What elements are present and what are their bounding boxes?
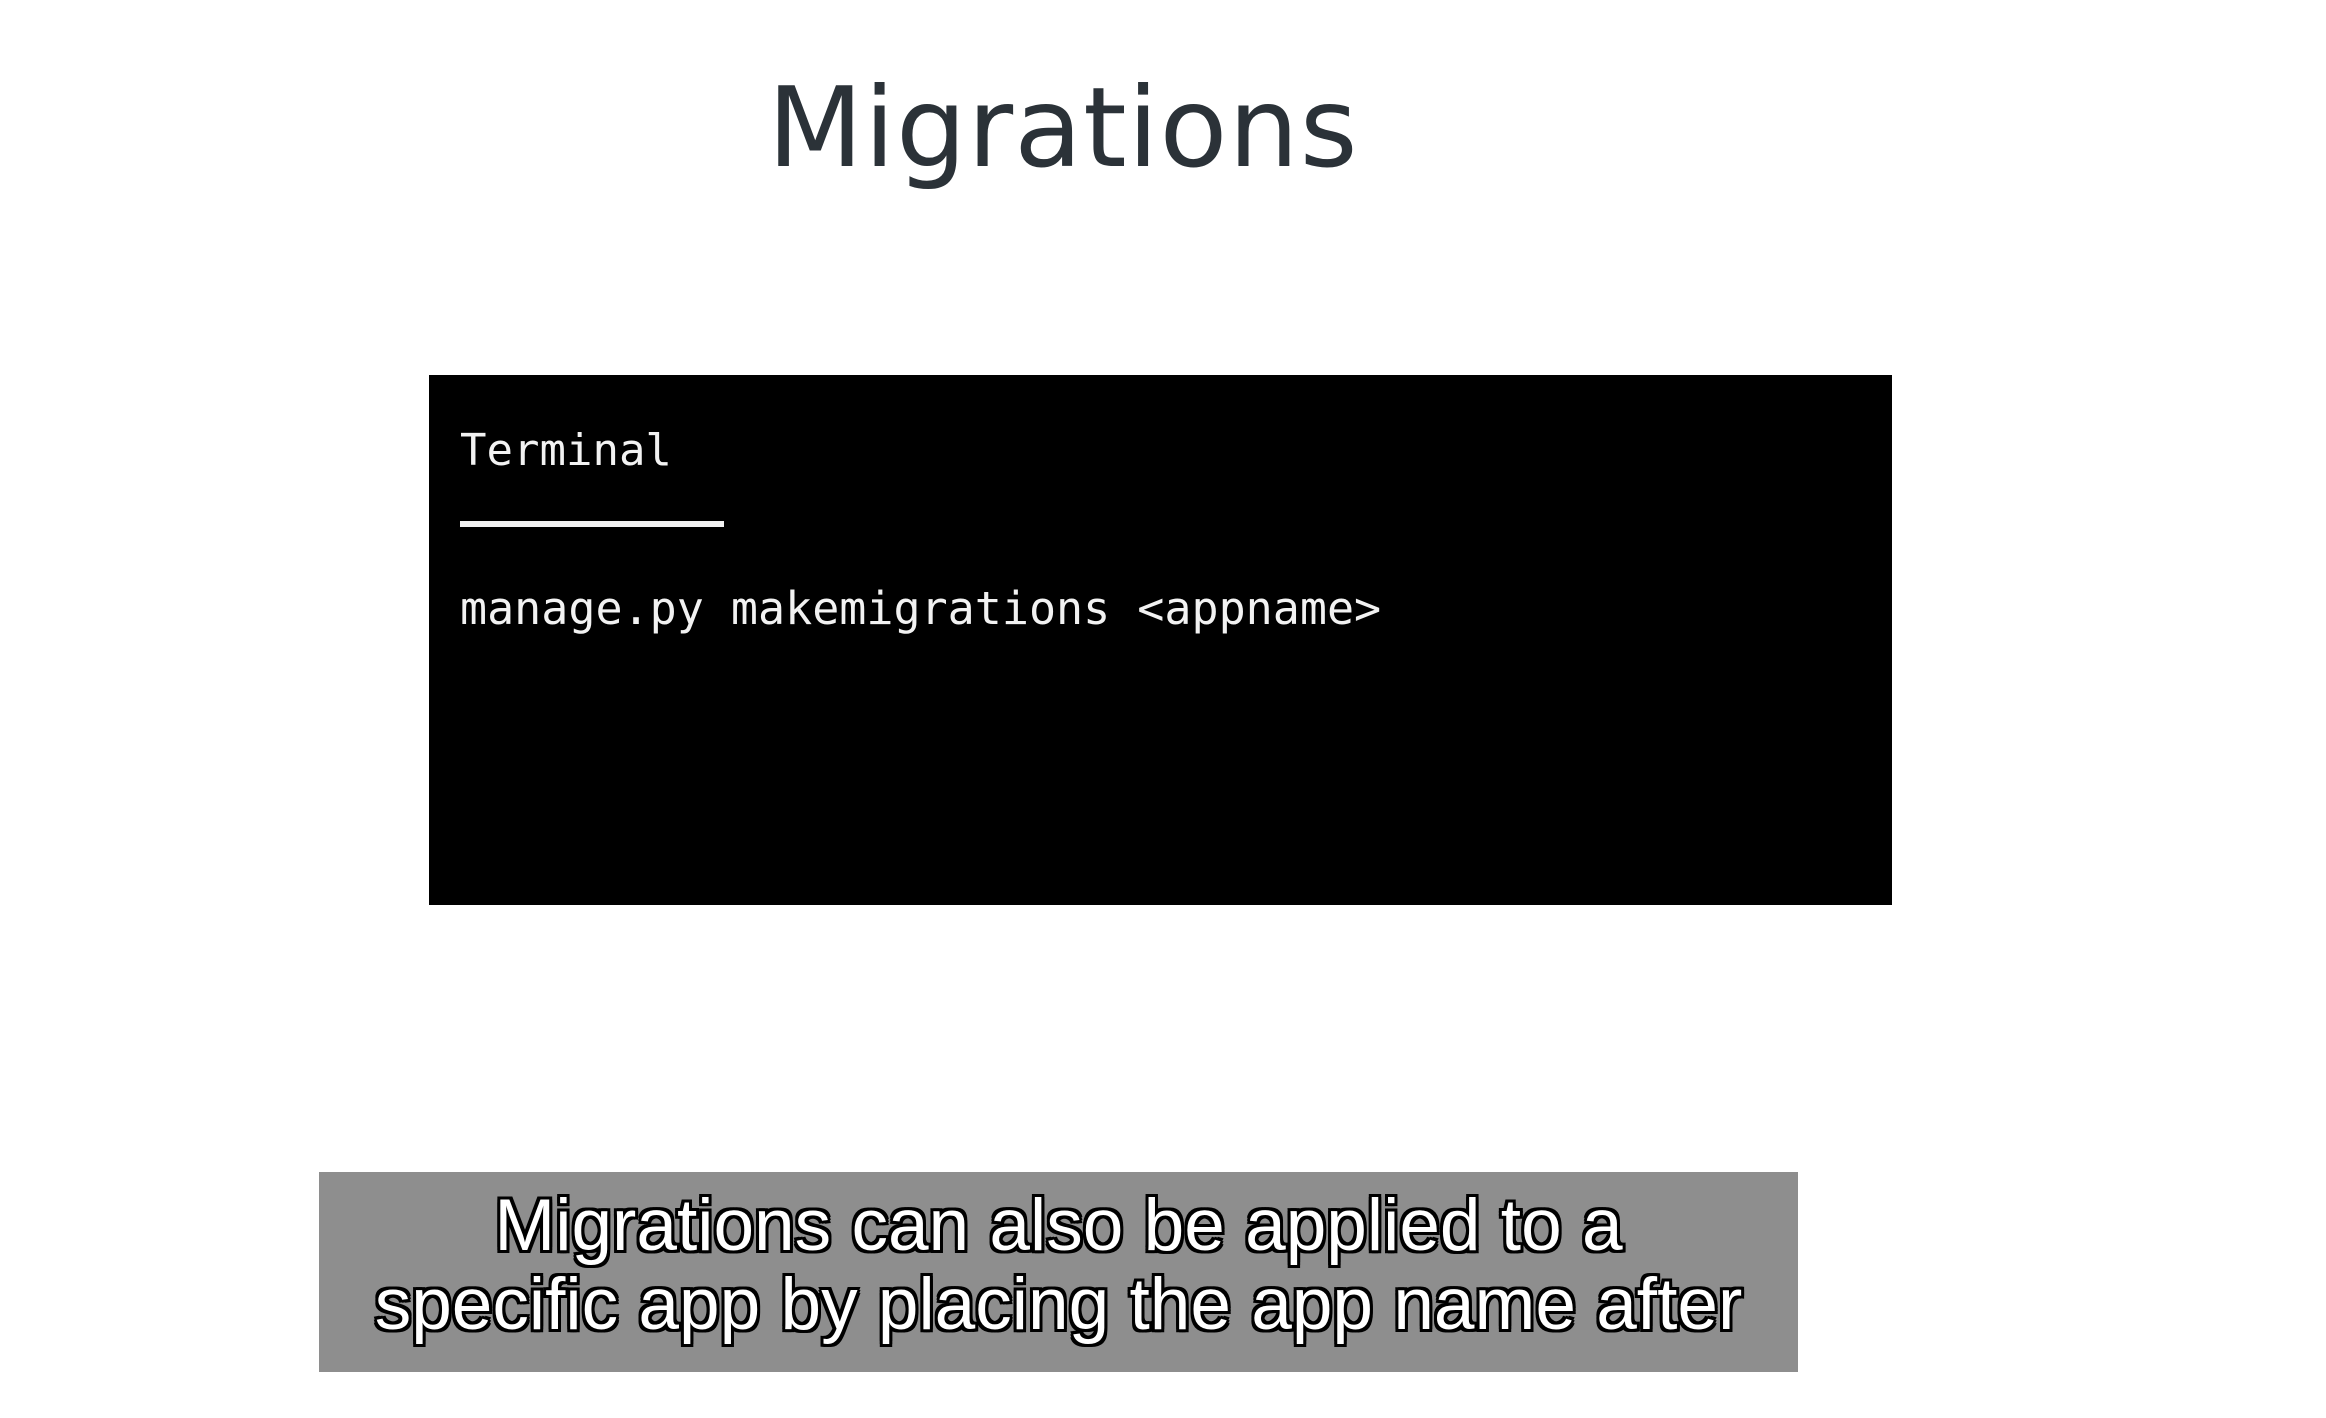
terminal-command: manage.py makemigrations <appname>: [460, 582, 1382, 635]
subtitle-caption: Migrations can also be applied to a spec…: [319, 1172, 1798, 1372]
caption-line-2: specific app by placing the app name aft…: [374, 1264, 1743, 1345]
terminal-panel: Terminal manage.py makemigrations <appna…: [429, 375, 1892, 905]
terminal-tab-label: Terminal: [460, 425, 672, 476]
slide-title: Migrations: [767, 64, 1359, 193]
terminal-tab-underline: [460, 521, 724, 527]
caption-text: Migrations can also be applied to a spec…: [319, 1186, 1798, 1344]
caption-line-1: Migrations can also be applied to a: [494, 1185, 1623, 1266]
